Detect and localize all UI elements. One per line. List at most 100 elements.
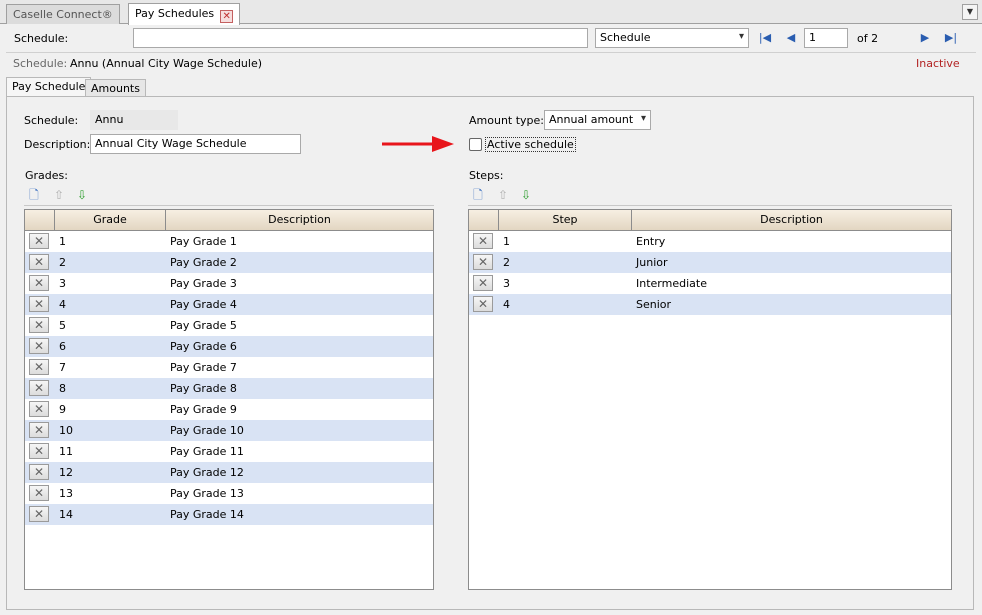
- cell-description[interactable]: Senior: [636, 294, 671, 315]
- table-row[interactable]: ✕ 3 Intermediate: [469, 273, 951, 294]
- table-row[interactable]: ✕ 8 Pay Grade 8: [25, 378, 433, 399]
- cell-grade[interactable]: 1: [59, 231, 66, 252]
- tab-pay-schedule[interactable]: Pay Schedule: [6, 77, 92, 97]
- record-number-input[interactable]: 1: [804, 28, 848, 48]
- table-row[interactable]: ✕ 13 Pay Grade 13: [25, 483, 433, 504]
- cell-grade[interactable]: 7: [59, 357, 66, 378]
- table-row[interactable]: ✕ 11 Pay Grade 11: [25, 441, 433, 462]
- add-row-icon[interactable]: 🗋: [27, 188, 41, 202]
- cell-description[interactable]: Pay Grade 4: [170, 294, 237, 315]
- cell-description[interactable]: Pay Grade 14: [170, 504, 244, 525]
- delete-row-icon[interactable]: ✕: [29, 485, 49, 501]
- cell-description[interactable]: Entry: [636, 231, 665, 252]
- move-up-icon[interactable]: ⇧: [52, 188, 66, 202]
- description-field[interactable]: Annual City Wage Schedule: [90, 134, 301, 154]
- delete-row-icon[interactable]: ✕: [473, 254, 493, 270]
- cell-grade[interactable]: 5: [59, 315, 66, 336]
- delete-row-icon[interactable]: ✕: [29, 401, 49, 417]
- cell-grade[interactable]: 10: [59, 420, 73, 441]
- cell-grade[interactable]: 6: [59, 336, 66, 357]
- cell-description[interactable]: Pay Grade 8: [170, 378, 237, 399]
- cell-description[interactable]: Intermediate: [636, 273, 707, 294]
- delete-row-icon[interactable]: ✕: [29, 233, 49, 249]
- delete-row-icon[interactable]: ✕: [29, 464, 49, 480]
- schedule-search-input[interactable]: [133, 28, 588, 48]
- cell-description[interactable]: Pay Grade 6: [170, 336, 237, 357]
- table-row[interactable]: ✕ 4 Senior: [469, 294, 951, 315]
- delete-row-icon[interactable]: ✕: [29, 359, 49, 375]
- cell-grade[interactable]: 12: [59, 462, 73, 483]
- cell-description[interactable]: Pay Grade 10: [170, 420, 244, 441]
- close-icon[interactable]: ✕: [220, 10, 234, 23]
- table-row[interactable]: ✕ 1 Entry: [469, 231, 951, 252]
- table-row[interactable]: ✕ 2 Junior: [469, 252, 951, 273]
- table-row[interactable]: ✕ 2 Pay Grade 2: [25, 252, 433, 273]
- cell-description[interactable]: Pay Grade 7: [170, 357, 237, 378]
- table-row[interactable]: ✕ 10 Pay Grade 10: [25, 420, 433, 441]
- tab-caselle-connect[interactable]: Caselle Connect®: [6, 4, 120, 24]
- cell-description[interactable]: Pay Grade 9: [170, 399, 237, 420]
- cell-grade[interactable]: 11: [59, 441, 73, 462]
- tab-amounts[interactable]: Amounts: [85, 79, 146, 96]
- cell-description[interactable]: Pay Grade 2: [170, 252, 237, 273]
- delete-row-icon[interactable]: ✕: [473, 275, 493, 291]
- table-row[interactable]: ✕ 1 Pay Grade 1: [25, 231, 433, 252]
- table-row[interactable]: ✕ 3 Pay Grade 3: [25, 273, 433, 294]
- cell-description[interactable]: Junior: [636, 252, 668, 273]
- cell-step[interactable]: 4: [503, 294, 510, 315]
- delete-row-icon[interactable]: ✕: [29, 317, 49, 333]
- cell-description[interactable]: Pay Grade 3: [170, 273, 237, 294]
- cell-description[interactable]: Pay Grade 11: [170, 441, 244, 462]
- cell-step[interactable]: 3: [503, 273, 510, 294]
- next-record-icon[interactable]: ▶: [918, 31, 932, 45]
- delete-row-icon[interactable]: ✕: [29, 422, 49, 438]
- move-down-icon[interactable]: ⇩: [519, 188, 533, 202]
- cell-description[interactable]: Pay Grade 13: [170, 483, 244, 504]
- active-schedule-checkbox[interactable]: [469, 138, 482, 151]
- delete-row-icon[interactable]: ✕: [29, 296, 49, 312]
- table-row[interactable]: ✕ 14 Pay Grade 14: [25, 504, 433, 525]
- add-row-icon[interactable]: 🗋: [471, 188, 485, 202]
- table-row[interactable]: ✕ 4 Pay Grade 4: [25, 294, 433, 315]
- table-row[interactable]: ✕ 6 Pay Grade 6: [25, 336, 433, 357]
- cell-grade[interactable]: 2: [59, 252, 66, 273]
- delete-row-icon[interactable]: ✕: [29, 506, 49, 522]
- delete-row-icon[interactable]: ✕: [29, 275, 49, 291]
- delete-row-icon[interactable]: ✕: [473, 233, 493, 249]
- tab-pay-schedules[interactable]: Pay Schedules ✕: [128, 3, 241, 25]
- cell-grade[interactable]: 8: [59, 378, 66, 399]
- cell-description[interactable]: Pay Grade 12: [170, 462, 244, 483]
- amount-type-select[interactable]: Annual amount ▾: [544, 110, 651, 130]
- delete-row-icon[interactable]: ✕: [29, 338, 49, 354]
- cell-grade[interactable]: 9: [59, 399, 66, 420]
- table-row[interactable]: ✕ 9 Pay Grade 9: [25, 399, 433, 420]
- tab-label: Amounts: [91, 82, 140, 95]
- delete-row-icon[interactable]: ✕: [29, 443, 49, 459]
- table-row[interactable]: ✕ 7 Pay Grade 7: [25, 357, 433, 378]
- cell-grade[interactable]: 4: [59, 294, 66, 315]
- header-description[interactable]: Description: [632, 210, 951, 230]
- move-down-icon[interactable]: ⇩: [75, 188, 89, 202]
- last-record-icon[interactable]: ▶|: [944, 31, 958, 45]
- cell-step[interactable]: 1: [503, 231, 510, 252]
- active-schedule-label[interactable]: Active schedule: [485, 137, 576, 152]
- cell-grade[interactable]: 14: [59, 504, 73, 525]
- cell-step[interactable]: 2: [503, 252, 510, 273]
- table-row[interactable]: ✕ 12 Pay Grade 12: [25, 462, 433, 483]
- tab-menu-dropdown-icon[interactable]: ▼: [962, 4, 978, 20]
- header-grade[interactable]: Grade: [55, 210, 166, 230]
- cell-description[interactable]: Pay Grade 1: [170, 231, 237, 252]
- cell-description[interactable]: Pay Grade 5: [170, 315, 237, 336]
- move-up-icon[interactable]: ⇧: [496, 188, 510, 202]
- cell-grade[interactable]: 3: [59, 273, 66, 294]
- delete-row-icon[interactable]: ✕: [29, 380, 49, 396]
- lookup-type-select[interactable]: Schedule ▾: [595, 28, 749, 48]
- header-description[interactable]: Description: [166, 210, 433, 230]
- previous-record-icon[interactable]: ◀: [784, 31, 798, 45]
- delete-row-icon[interactable]: ✕: [473, 296, 493, 312]
- table-row[interactable]: ✕ 5 Pay Grade 5: [25, 315, 433, 336]
- cell-grade[interactable]: 13: [59, 483, 73, 504]
- first-record-icon[interactable]: |◀: [758, 31, 772, 45]
- delete-row-icon[interactable]: ✕: [29, 254, 49, 270]
- header-step[interactable]: Step: [499, 210, 632, 230]
